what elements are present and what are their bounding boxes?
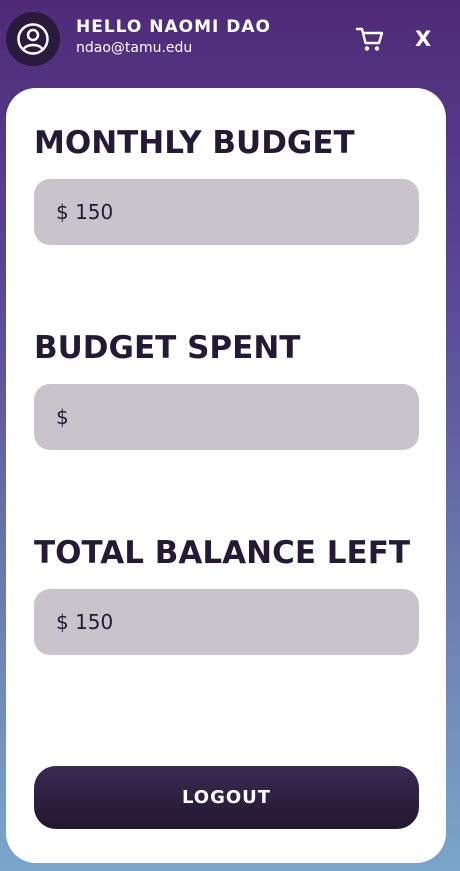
user-circle-icon bbox=[17, 23, 49, 55]
close-button[interactable]: X bbox=[415, 25, 431, 53]
total-balance-field[interactable] bbox=[34, 589, 419, 655]
monthly-budget-label: MONTHLY BUDGET bbox=[34, 125, 355, 161]
user-avatar[interactable] bbox=[6, 12, 60, 66]
cart-icon bbox=[355, 27, 384, 51]
user-email: ndao@tamu.edu bbox=[76, 40, 193, 56]
logout-button[interactable]: LOGOUT bbox=[34, 766, 419, 829]
cart-button[interactable] bbox=[355, 25, 385, 53]
total-balance-label: TOTAL BALANCE LEFT bbox=[34, 535, 411, 571]
budget-spent-field[interactable] bbox=[34, 384, 419, 450]
budget-spent-label: BUDGET SPENT bbox=[34, 330, 301, 366]
user-greeting: HELLO NAOMI DAO bbox=[76, 17, 271, 37]
monthly-budget-field[interactable] bbox=[34, 179, 419, 245]
header: HELLO NAOMI DAO ndao@tamu.edu X bbox=[0, 0, 460, 80]
budget-card: MONTHLY BUDGET BUDGET SPENT TOTAL BALANC… bbox=[6, 88, 446, 863]
